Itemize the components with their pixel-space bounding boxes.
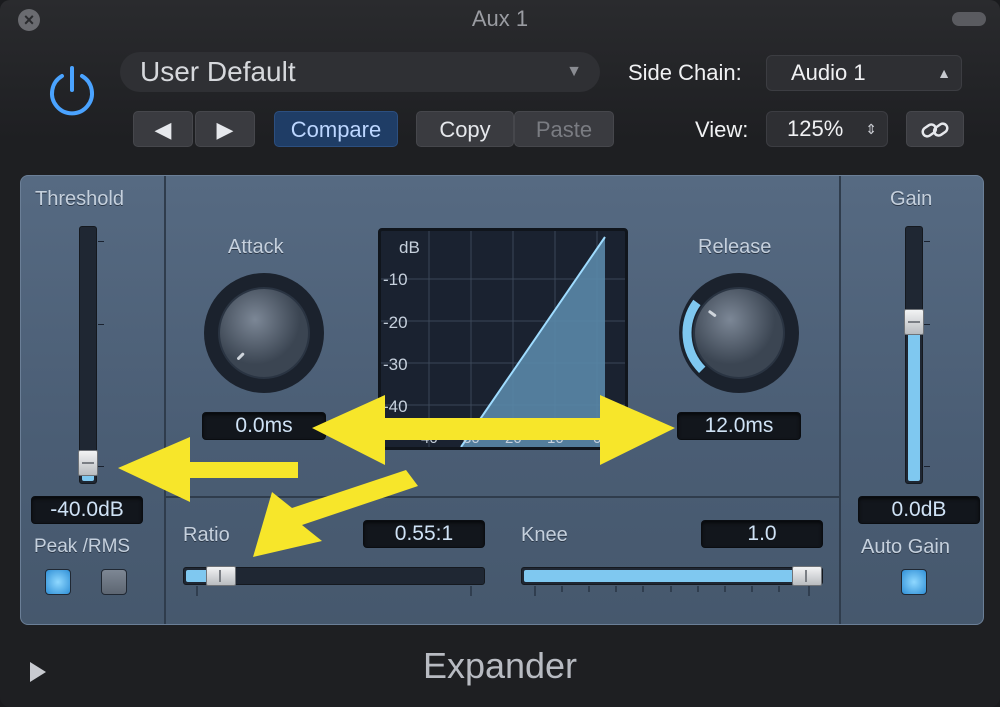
- knee-value[interactable]: 1.0: [701, 520, 823, 548]
- attack-value[interactable]: 0.0ms: [202, 412, 326, 440]
- graph-y-label: -10: [383, 270, 408, 289]
- gain-fill: [908, 311, 920, 481]
- knee-ticks: [534, 586, 810, 596]
- paste-button[interactable]: Paste: [514, 111, 614, 147]
- threshold-value[interactable]: -40.0dB: [31, 496, 143, 524]
- title-bar: × Aux 1: [0, 0, 1000, 38]
- gain-value[interactable]: 0.0dB: [858, 496, 980, 524]
- auto-gain-checkbox[interactable]: [901, 569, 927, 595]
- gain-fader-handle[interactable]: [904, 309, 924, 336]
- release-label: Release: [698, 236, 772, 258]
- gain-fader[interactable]: [904, 226, 924, 484]
- compare-button[interactable]: Compare: [274, 111, 398, 147]
- next-icon: ▶: [216, 117, 234, 142]
- link-button[interactable]: [906, 111, 964, 147]
- knee-fill: [524, 570, 807, 582]
- link-icon: [921, 122, 949, 138]
- prev-icon: ◀: [154, 117, 172, 142]
- view-zoom-select[interactable]: 125% ⇕: [766, 111, 888, 147]
- gain-label: Gain: [890, 188, 933, 210]
- window-toggle-button[interactable]: [952, 12, 986, 26]
- peak-checkbox[interactable]: [45, 569, 71, 595]
- preset-menu[interactable]: User Default ▼: [120, 52, 600, 92]
- graph-x-label: 30: [463, 430, 480, 447]
- attack-label: Attack: [228, 236, 284, 258]
- plugin-window: × Aux 1 User Default ▼ Side Chain: Audio…: [0, 0, 1000, 707]
- gain-tick: [924, 241, 930, 242]
- graph-y-label: -20: [383, 313, 408, 332]
- transfer-curve-display: dB -10 -20 -30 -40 40 30 20 10 0: [378, 228, 628, 450]
- graph-x-label: 0: [593, 430, 601, 447]
- release-value[interactable]: 12.0ms: [677, 412, 801, 440]
- view-value: 125%: [787, 116, 844, 141]
- preset-name: User Default: [140, 56, 296, 87]
- ratio-label: Ratio: [183, 524, 230, 546]
- copy-button[interactable]: Copy: [416, 111, 514, 147]
- expander-panel: Threshold -40.0dB Peak /RMS Attack 0.0ms…: [20, 175, 984, 625]
- updown-arrows-icon: ▲: [937, 65, 951, 81]
- next-preset-button[interactable]: ▶: [195, 111, 255, 147]
- graph-x-label: 20: [505, 430, 522, 447]
- side-chain-label: Side Chain:: [628, 60, 742, 85]
- knee-slider-handle[interactable]: [792, 566, 822, 586]
- side-chain-value: Audio 1: [791, 60, 866, 85]
- plugin-name: Expander: [422, 645, 578, 686]
- threshold-label: Threshold: [35, 188, 124, 210]
- panel-divider-middle: [166, 496, 839, 498]
- power-icon[interactable]: [44, 62, 100, 118]
- graph-x-label: 10: [547, 430, 564, 447]
- attack-knob[interactable]: [202, 271, 326, 395]
- ratio-value[interactable]: 0.55:1: [363, 520, 485, 548]
- ratio-slider[interactable]: [183, 566, 485, 586]
- ratio-ticks: [196, 586, 472, 596]
- knee-label: Knee: [521, 524, 568, 546]
- threshold-tick: [98, 241, 104, 242]
- ratio-slider-handle[interactable]: [205, 566, 236, 586]
- threshold-fader-handle[interactable]: [78, 450, 98, 477]
- updown-arrows-icon: ⇕: [865, 121, 877, 137]
- threshold-tick: [98, 324, 104, 325]
- gain-tick: [924, 466, 930, 467]
- graph-y-label: -40: [383, 397, 408, 416]
- gain-tick: [924, 324, 930, 325]
- window-title: Aux 1: [471, 6, 529, 31]
- panel-divider-right: [839, 176, 841, 624]
- panel-divider-left: [164, 176, 166, 624]
- peak-rms-label: Peak /RMS: [34, 536, 131, 557]
- view-label: View:: [695, 117, 749, 142]
- knee-slider[interactable]: [521, 566, 823, 586]
- threshold-tick: [98, 466, 104, 467]
- graph-y-label: -30: [383, 355, 408, 374]
- graph-x-label: 40: [421, 430, 438, 447]
- chevron-down-icon: ▼: [566, 63, 582, 80]
- release-knob[interactable]: [677, 271, 801, 395]
- graph-y-label: dB: [399, 238, 420, 257]
- side-chain-select[interactable]: Audio 1 ▲: [766, 55, 962, 91]
- transfer-curve-graph: dB -10 -20 -30 -40 40 30 20 10 0: [381, 231, 625, 447]
- auto-gain-label: Auto Gain: [861, 536, 950, 558]
- rms-checkbox[interactable]: [101, 569, 127, 595]
- threshold-fader[interactable]: [78, 226, 98, 484]
- previous-preset-button[interactable]: ◀: [133, 111, 193, 147]
